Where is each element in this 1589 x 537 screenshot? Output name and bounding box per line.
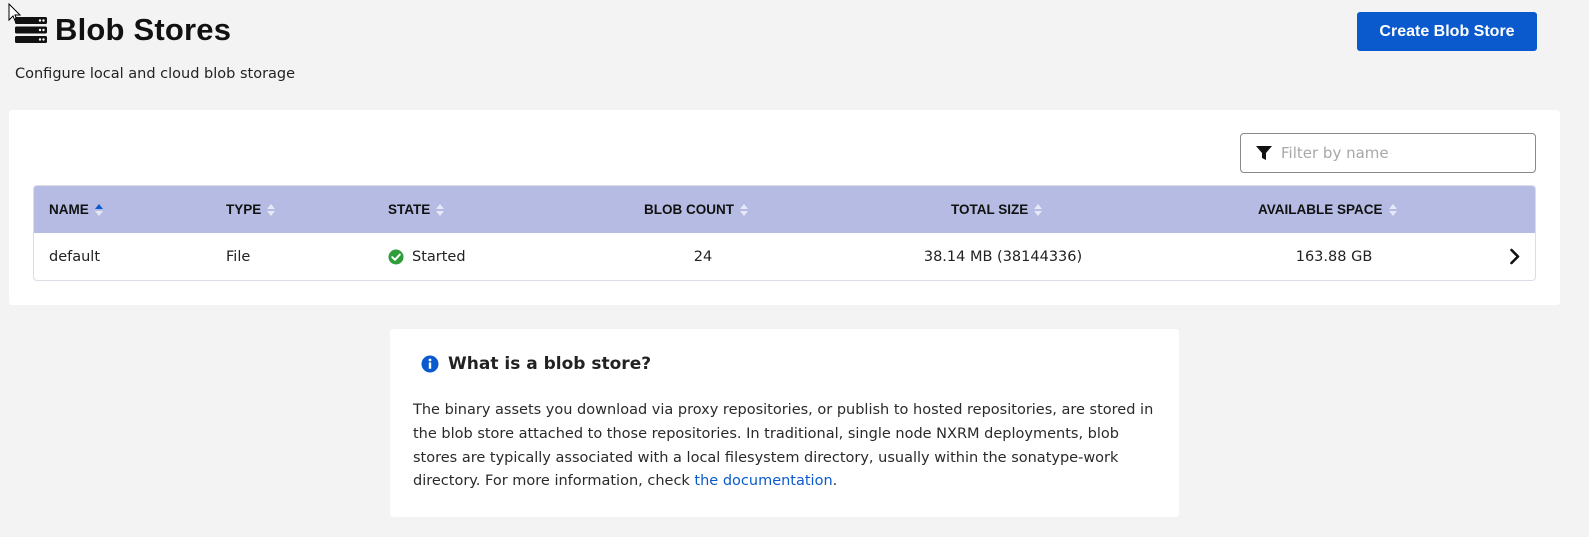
sort-icon xyxy=(267,203,276,216)
info-title: What is a blob store? xyxy=(448,354,652,374)
cell-blob-count: 24 xyxy=(693,248,713,265)
page-header: Blob Stores Configure local and cloud bl… xyxy=(15,12,1569,92)
column-header-name[interactable]: NAME xyxy=(49,186,104,233)
blob-stores-panel: NAME TYPE STATE xyxy=(9,110,1560,305)
info-icon xyxy=(421,355,439,373)
column-header-blob-count[interactable]: BLOB COUNT xyxy=(644,186,749,233)
blob-stores-table: NAME TYPE STATE BLOB COUNT TOTAL SIZE AV… xyxy=(33,185,1536,281)
check-circle-icon xyxy=(388,249,404,264)
cell-name: default xyxy=(49,248,101,265)
server-stack-icon xyxy=(15,17,47,43)
cell-available-space: 163.88 GB xyxy=(1295,248,1373,265)
info-text: The binary assets you download via proxy… xyxy=(413,402,1154,490)
column-header-total-size[interactable]: TOTAL SIZE xyxy=(951,186,1043,233)
page-subtitle: Configure local and cloud blob storage xyxy=(15,66,296,82)
cell-state: Started xyxy=(388,233,466,280)
info-card: What is a blob store? The binary assets … xyxy=(390,329,1179,517)
documentation-link[interactable]: the documentation xyxy=(694,473,832,489)
page-title: Blob Stores xyxy=(55,12,232,47)
table-row[interactable]: default File Started 24 38.14 MB (381443… xyxy=(34,233,1535,280)
sort-ascending-icon xyxy=(94,203,103,216)
table-header: NAME TYPE STATE BLOB COUNT TOTAL SIZE AV… xyxy=(34,186,1535,233)
sort-icon xyxy=(1034,203,1043,216)
column-header-available-space[interactable]: AVAILABLE SPACE xyxy=(1258,186,1398,233)
column-header-type[interactable]: TYPE xyxy=(226,186,276,233)
filter-field[interactable] xyxy=(1240,133,1536,173)
sort-icon xyxy=(740,203,748,216)
state-label: Started xyxy=(412,248,466,265)
cell-total-size: 38.14 MB (38144336) xyxy=(923,248,1083,265)
filter-input[interactable] xyxy=(1281,134,1535,172)
cell-type: File xyxy=(226,248,251,265)
create-blob-store-button[interactable]: Create Blob Store xyxy=(1357,12,1537,51)
filter-funnel-icon xyxy=(1256,146,1272,160)
sort-icon xyxy=(436,203,445,216)
sort-icon xyxy=(1388,203,1397,216)
column-header-state[interactable]: STATE xyxy=(388,186,445,233)
chevron-right-icon[interactable] xyxy=(1509,248,1521,265)
